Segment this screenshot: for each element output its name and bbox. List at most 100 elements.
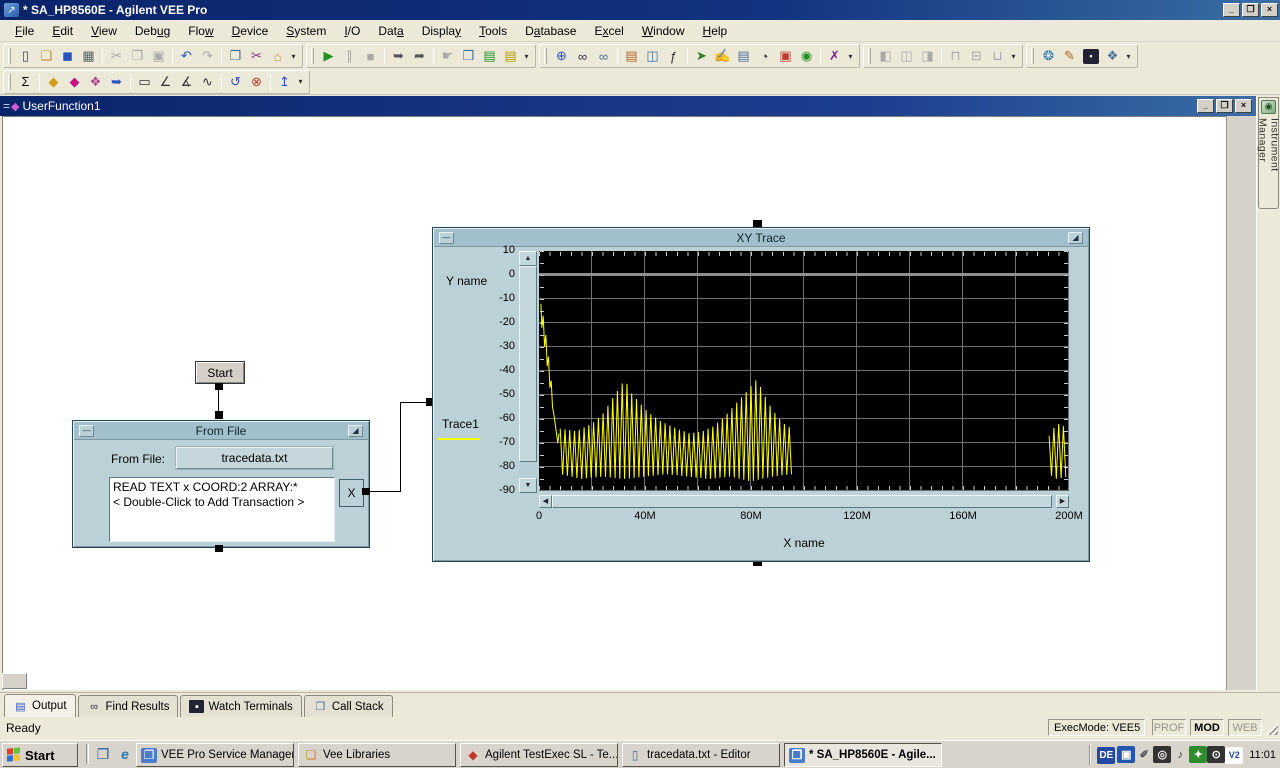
transaction-list[interactable]: READ TEXT x COORD:2 ARRAY:*< Double-Clic… [109, 477, 335, 542]
save-file-icon[interactable]: ◼ [57, 46, 78, 66]
start-object[interactable]: Start [195, 361, 245, 384]
coord-constant-icon[interactable]: ❖ [85, 72, 106, 92]
canvas-scroll-area[interactable] [1226, 116, 1256, 690]
minimize-object-icon[interactable]: — [439, 232, 454, 244]
align-bottom-icon[interactable]: ⊔ [987, 46, 1008, 66]
alloc-array-icon[interactable]: ▭ [134, 72, 155, 92]
function-builder-icon[interactable]: ƒ [663, 46, 684, 66]
overflow-icon[interactable]: ▾ [1008, 47, 1019, 67]
menu-flow[interactable]: Flow [179, 21, 222, 41]
xy-trace-object[interactable]: — XY Trace ◢ Y name Trace1 100-10-20-30-… [432, 227, 1090, 562]
plot-area[interactable] [539, 251, 1069, 491]
tray-wrench-icon[interactable]: ✐ [1135, 746, 1153, 763]
view-data-icon[interactable]: ◉ [796, 46, 817, 66]
uf-close-button[interactable]: × [1235, 99, 1252, 113]
cut-wires-icon[interactable]: ✂ [246, 46, 267, 66]
show-desktop-icon[interactable]: ❐ [93, 744, 113, 764]
menu-edit[interactable]: Edit [43, 21, 82, 41]
stop-object-icon[interactable]: ⊗ [246, 72, 267, 92]
uf-restore-button[interactable]: ❐ [1216, 99, 1233, 113]
file-name-button[interactable]: tracedata.txt [176, 447, 333, 469]
tray-vee-tray-icon[interactable]: V2 [1225, 747, 1243, 764]
step-over-icon[interactable]: ➦ [409, 46, 430, 66]
resize-grip-icon[interactable]: ◢ [1068, 232, 1083, 244]
scroll-right-icon[interactable]: ▶ [1056, 495, 1069, 508]
add-terminal-icon[interactable]: ▤ [479, 46, 500, 66]
print-icon[interactable]: ▦ [78, 46, 99, 66]
taskbar-task-tracedata-txt-editor[interactable]: ▯tracedata.txt - Editor [622, 743, 780, 767]
align-right-icon[interactable]: ◨ [917, 46, 938, 66]
x-scrollbar[interactable]: ◀ ▶ [539, 495, 1069, 508]
build-data-icon[interactable]: ➥ [106, 72, 127, 92]
tray-io-icon[interactable]: ⊙ [1207, 746, 1225, 763]
xy-trace-display-icon[interactable]: ∠ [155, 72, 176, 92]
menu-device[interactable]: Device [223, 21, 278, 41]
tab-call-stack[interactable]: ❒Call Stack [304, 695, 393, 717]
drag-handle[interactable] [1031, 48, 1034, 64]
find-results-icon[interactable]: ∞ [593, 46, 614, 66]
menu-system[interactable]: System [277, 21, 335, 41]
menu-debug[interactable]: Debug [126, 21, 179, 41]
legend-trace1[interactable]: Trace1 [442, 417, 479, 431]
align-top-icon[interactable]: ⊓ [945, 46, 966, 66]
y-scrollbar[interactable]: ▲ ▼ [519, 251, 537, 493]
tab-find-results[interactable]: ∞Find Results [78, 695, 179, 717]
edit-properties-icon[interactable]: ✍ [712, 46, 733, 66]
menu-window[interactable]: Window [633, 21, 694, 41]
web-browser-icon[interactable]: ❂ [1038, 46, 1059, 66]
minimize-object-icon[interactable]: — [79, 425, 94, 437]
call-function-icon[interactable]: ↺ [225, 72, 246, 92]
menu-data[interactable]: Data [369, 21, 412, 41]
tab-watch-terminals[interactable]: ▪Watch Terminals [180, 695, 301, 717]
copy-icon[interactable]: ❐ [127, 46, 148, 66]
menu-tools[interactable]: Tools [470, 21, 516, 41]
watch-terminal-icon[interactable]: ▪ [1083, 49, 1099, 64]
start-output-pin[interactable] [215, 383, 223, 390]
drag-handle[interactable] [311, 48, 314, 64]
find-object-icon[interactable]: ◫ [642, 46, 663, 66]
transaction-line[interactable]: READ TEXT x COORD:2 ARRAY:* [113, 480, 331, 495]
transaction-line[interactable]: < Double-Click to Add Transaction > [113, 495, 331, 510]
taskbar-task-vee-libraries[interactable]: ❏Vee Libraries [298, 743, 456, 767]
from-file-object[interactable]: — From File ◢ From File: tracedata.txt R… [72, 420, 370, 548]
complex-plane-display-icon[interactable]: ∡ [176, 72, 197, 92]
fromfile-sequence-in-pin[interactable] [215, 411, 223, 419]
pause-icon[interactable]: ∥ [339, 46, 360, 66]
scroll-down-icon[interactable]: ▼ [519, 478, 537, 493]
window-link-icon[interactable]: ❖ [1102, 46, 1123, 66]
clock[interactable]: 11:01 [1249, 749, 1276, 761]
properties-icon[interactable]: ▤ [621, 46, 642, 66]
real64-constant-icon[interactable]: ◆ [43, 72, 64, 92]
menu-view[interactable]: View [82, 21, 126, 41]
home-icon[interactable]: ⌂ [267, 46, 288, 66]
drag-handle[interactable] [8, 74, 11, 90]
tray-alarm-icon[interactable]: ◎ [1153, 746, 1171, 763]
output-terminal-x[interactable]: X [339, 479, 364, 507]
undo-icon[interactable]: ↶ [176, 46, 197, 66]
waveform-display-icon[interactable]: ∿ [197, 72, 218, 92]
tab-output[interactable]: ▤Output [4, 694, 76, 717]
timer-icon[interactable]: ◔ [754, 46, 775, 66]
delete-object-icon[interactable]: ✗ [824, 46, 845, 66]
fromfile-sequence-out-pin[interactable] [215, 545, 223, 552]
overflow-icon[interactable]: ▾ [845, 47, 856, 67]
run-icon[interactable]: ▶ [318, 46, 339, 66]
resize-grip-icon[interactable]: ◢ [348, 425, 363, 437]
cut-icon[interactable]: ✂ [106, 46, 127, 66]
menu-excel[interactable]: Excel [585, 21, 632, 41]
scroll-up-icon[interactable]: ▲ [519, 251, 537, 266]
taskbar-task-sa-hp8560e-agile[interactable]: ❐* SA_HP8560E - Agile... [784, 743, 942, 767]
xy-trace-titlebar[interactable]: — XY Trace ◢ [434, 229, 1088, 247]
tray-volume-icon[interactable]: ♪ [1171, 747, 1189, 764]
overflow-icon[interactable]: ▾ [295, 73, 306, 93]
xytrace-sequence-in-pin[interactable] [753, 220, 762, 227]
unbuild-data-icon[interactable]: ↥ [274, 72, 295, 92]
drag-handle[interactable] [8, 48, 11, 64]
internet-explorer-icon[interactable]: e [115, 744, 135, 764]
drag-handle[interactable] [544, 48, 547, 64]
redo-icon[interactable]: ↷ [197, 46, 218, 66]
language-indicator[interactable]: DE [1097, 747, 1115, 764]
menu-display[interactable]: Display [413, 21, 470, 41]
minimize-button[interactable]: _ [1223, 3, 1240, 17]
tray-display-icon[interactable]: ▣ [1117, 746, 1135, 763]
